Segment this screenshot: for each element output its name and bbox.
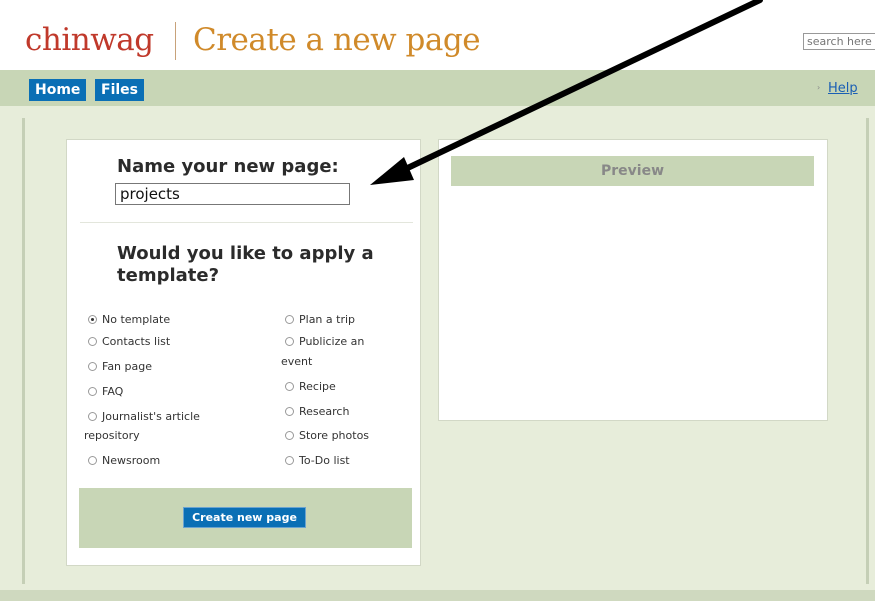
radio-icon[interactable] [285,456,294,465]
radio-icon[interactable] [285,431,294,440]
radio-icon[interactable] [88,456,97,465]
left-border [22,118,25,584]
preview-header: Preview [451,156,814,186]
template-option-contacts-list[interactable]: Contacts list [88,331,170,353]
create-page-button[interactable]: Create new page [183,507,306,528]
search-input[interactable] [803,33,875,50]
radio-icon[interactable] [88,362,97,371]
name-heading: Name your new page: [117,156,339,177]
page-name-input[interactable] [115,183,350,205]
template-option-publicize-cont: event [281,355,313,368]
radio-icon[interactable] [88,337,97,346]
footer-bar [0,590,875,601]
template-option-research[interactable]: Research [285,401,349,423]
template-heading-line2: template? [117,265,220,286]
page-title: Create a new page [193,22,481,58]
right-border [866,118,869,584]
template-option-recipe[interactable]: Recipe [285,376,336,398]
radio-checked-icon[interactable] [88,315,97,324]
template-option-newsroom[interactable]: Newsroom [88,450,160,472]
radio-icon[interactable] [88,387,97,396]
template-option-plan-a-trip[interactable]: Plan a trip [285,309,355,331]
template-heading-line1: Would you like to apply a [117,243,374,264]
template-option-fan-page[interactable]: Fan page [88,356,152,378]
template-option-no-template[interactable]: No template [88,309,170,331]
help-link[interactable]: Help [828,81,858,96]
section-divider [80,222,413,223]
help-bullet-icon: › [817,83,821,92]
template-option-faq[interactable]: FAQ [88,381,123,403]
template-option-publicize[interactable]: Publicize an [285,331,364,353]
title-divider [175,22,176,60]
radio-icon[interactable] [88,412,97,421]
brand-logo[interactable]: chinwag [25,22,154,58]
radio-icon[interactable] [285,315,294,324]
radio-icon[interactable] [285,382,294,391]
radio-icon[interactable] [285,337,294,346]
template-option-todo-list[interactable]: To-Do list [285,450,350,472]
template-option-store-photos[interactable]: Store photos [285,425,369,447]
template-option-journalist-cont: repository [84,429,140,442]
nav-home-button[interactable]: Home [29,79,87,101]
radio-icon[interactable] [285,407,294,416]
nav-files-button[interactable]: Files [95,79,144,101]
